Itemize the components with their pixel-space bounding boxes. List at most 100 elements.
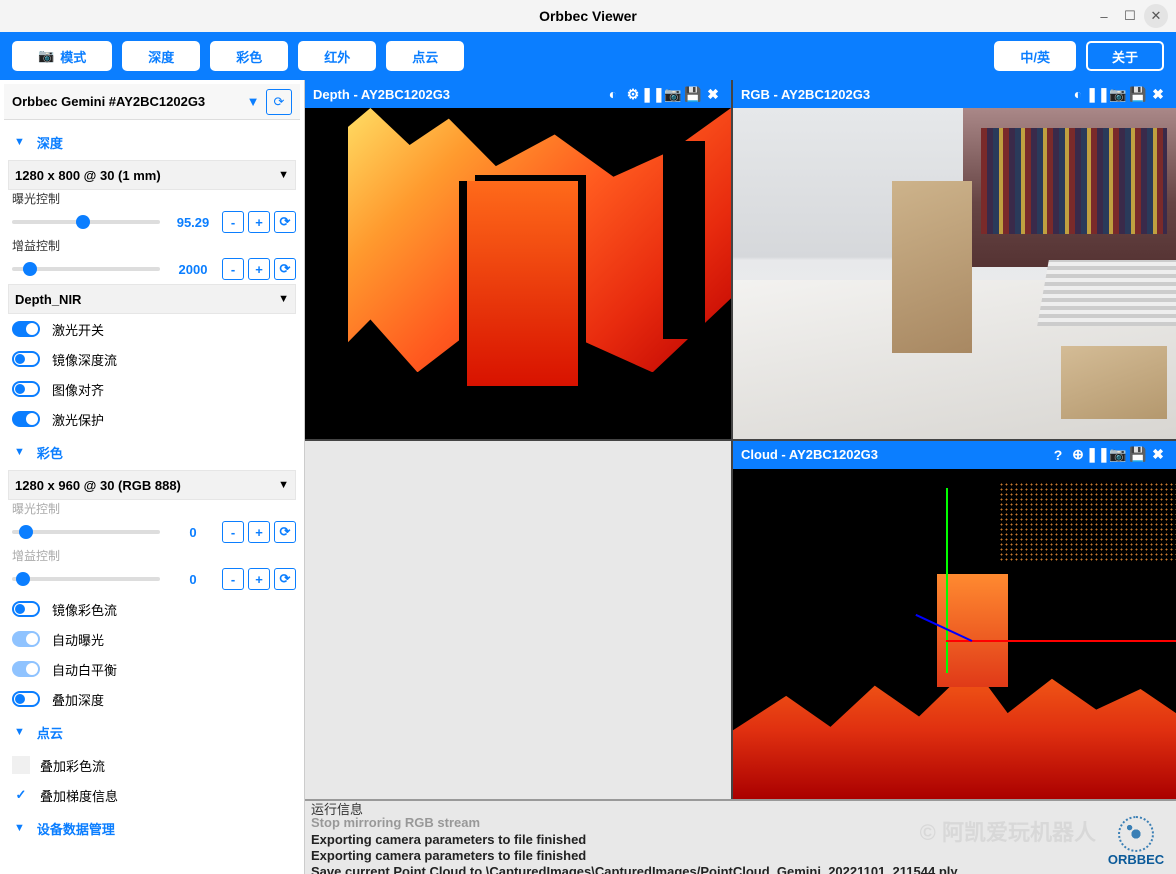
gauge-icon[interactable]: ◐ [1068,84,1088,104]
color-exposure-value [168,521,218,543]
brand-text: ORBBEC [1108,852,1164,868]
controls-panel[interactable]: ▼ 深度 1280 x 800 @ 30 (1 mm) ▼ 曝光控制 - + ⟳… [0,124,304,874]
device-selector[interactable]: Orbbec Gemini #AY2BC1202G3 ▼ ⟳ [4,84,300,120]
target-icon[interactable]: ⊕ [1068,445,1088,465]
color-gain-value [168,568,218,590]
depth-nir-selector[interactable]: Depth_NIR ▼ [8,284,296,314]
depth-pane: Depth - AY2BC1202G3 ◐ ⚙ ❚❚ 📷 💾 ✖ [305,80,731,439]
color-exposure-minus[interactable]: - [222,521,244,543]
toggle-auto-exposure[interactable] [12,631,40,647]
depth-exposure-minus[interactable]: - [222,211,244,233]
depth-nir-label: Depth_NIR [15,292,81,307]
snapshot-icon[interactable]: 📷 [1108,84,1128,104]
help-icon[interactable]: ? [1048,445,1068,465]
pause-icon[interactable]: ❚❚ [1088,84,1108,104]
rgb-pane-title: RGB - AY2BC1202G3 [741,87,870,102]
color-exposure-plus[interactable]: + [248,521,270,543]
cloud-canvas[interactable] [733,469,1176,800]
depth-gain-plus[interactable]: + [248,258,270,280]
depth-pane-title: Depth - AY2BC1202G3 [313,87,450,102]
checkbox-overlay-gradient[interactable]: ✓ [12,786,30,804]
toggle-mirror-color[interactable] [12,601,40,617]
chevron-down-icon: ▼ [278,293,289,305]
depth-exposure-value[interactable] [168,211,218,233]
chevron-down-icon: ▼ [278,479,289,491]
depth-exposure-plus[interactable]: + [248,211,270,233]
about-button[interactable]: 关于 [1086,41,1164,71]
content-area: Depth - AY2BC1202G3 ◐ ⚙ ❚❚ 📷 💾 ✖ [305,80,1176,874]
depth-exposure-slider[interactable] [12,220,160,224]
rgb-pane: RGB - AY2BC1202G3 ◐ ❚❚ 📷 💾 ✖ [733,80,1176,439]
color-tab[interactable]: 彩色 [210,41,288,71]
chevron-down-icon: ▼ [14,136,25,148]
depth-gain-slider[interactable] [12,267,160,271]
toggle-auto-whitebalance[interactable] [12,661,40,677]
settings-icon[interactable]: ⚙ [623,84,643,104]
section-color-title: 彩色 [37,443,63,462]
check-overlay-gradient-row[interactable]: ✓ 叠加梯度信息 [8,780,296,810]
close-icon[interactable]: ✖ [1148,445,1168,465]
depth-gain-value[interactable] [168,258,218,280]
save-icon[interactable]: 💾 [1128,445,1148,465]
ir-tab[interactable]: 红外 [298,41,376,71]
depth-tab[interactable]: 深度 [122,41,200,71]
pause-icon[interactable]: ❚❚ [1088,445,1108,465]
toggle-overlay-depth[interactable] [12,691,40,707]
pause-icon[interactable]: ❚❚ [643,84,663,104]
section-color-header[interactable]: ▼ 彩色 [8,434,296,470]
depth-resolution-value: 1280 x 800 @ 30 (1 mm) [15,168,161,183]
checkbox-overlay-color[interactable] [12,756,30,774]
section-pointcloud-header[interactable]: ▼ 点云 [8,714,296,750]
color-gain-slider [12,577,160,581]
camera-icon: 📷 [38,48,54,64]
color-gain-minus[interactable]: - [222,568,244,590]
section-depth-header[interactable]: ▼ 深度 [8,124,296,160]
toggle-laser-switch[interactable] [12,321,40,337]
watermark: © 阿凯爱玩机器人 [920,819,1096,847]
color-gain-reset[interactable]: ⟳ [274,568,296,590]
pointcloud-tab[interactable]: 点云 [386,41,464,71]
toggle-image-align[interactable] [12,381,40,397]
close-icon[interactable]: ✖ [1148,84,1168,104]
chevron-down-icon: ▼ [14,822,25,834]
check-overlay-color-row[interactable]: 叠加彩色流 [8,750,296,780]
top-toolbar: 📷 模式 深度 彩色 红外 点云 中/英 关于 [0,32,1176,80]
color-gain-plus[interactable]: + [248,568,270,590]
cloud-pane-title: Cloud - AY2BC1202G3 [741,447,878,462]
empty-pane [305,441,731,800]
section-pointcloud-title: 点云 [37,723,63,742]
maximize-button[interactable]: ☐ [1118,4,1142,28]
snapshot-icon[interactable]: 📷 [663,84,683,104]
color-exposure-reset[interactable]: ⟳ [274,521,296,543]
close-icon[interactable]: ✖ [703,84,723,104]
device-refresh-button[interactable]: ⟳ [266,89,292,115]
language-button[interactable]: 中/英 [994,41,1076,71]
snapshot-icon[interactable]: 📷 [1108,445,1128,465]
window-title: Orbbec Viewer [539,8,637,24]
chevron-down-icon: ▼ [14,726,25,738]
section-depth-title: 深度 [37,133,63,152]
color-resolution-selector[interactable]: 1280 x 960 @ 30 (RGB 888) ▼ [8,470,296,500]
save-icon[interactable]: 💾 [683,84,703,104]
log-line: Exporting camera parameters to file fini… [305,848,1176,864]
depth-gain-minus[interactable]: - [222,258,244,280]
close-button[interactable]: ✕ [1144,4,1168,28]
toggle-laser-protect[interactable] [12,411,40,427]
minimize-button[interactable]: – [1092,4,1116,28]
depth-canvas[interactable] [305,108,731,439]
gauge-icon[interactable]: ◐ [603,84,623,104]
device-dropdown-icon[interactable]: ▼ [240,89,266,115]
depth-exposure-label: 曝光控制 [8,190,296,207]
chevron-down-icon: ▼ [14,446,25,458]
log-line: Save current Point Cloud to \CapturedIma… [305,864,1176,874]
toggle-mirror-depth[interactable] [12,351,40,367]
save-icon[interactable]: 💾 [1128,84,1148,104]
section-device-data-header[interactable]: ▼ 设备数据管理 [8,810,296,846]
section-device-data-title: 设备数据管理 [37,819,115,838]
depth-gain-reset[interactable]: ⟳ [274,258,296,280]
depth-exposure-reset[interactable]: ⟳ [274,211,296,233]
mode-button[interactable]: 📷 模式 [12,41,112,71]
titlebar: Orbbec Viewer – ☐ ✕ [0,0,1176,32]
depth-resolution-selector[interactable]: 1280 x 800 @ 30 (1 mm) ▼ [8,160,296,190]
rgb-canvas[interactable] [733,108,1176,439]
